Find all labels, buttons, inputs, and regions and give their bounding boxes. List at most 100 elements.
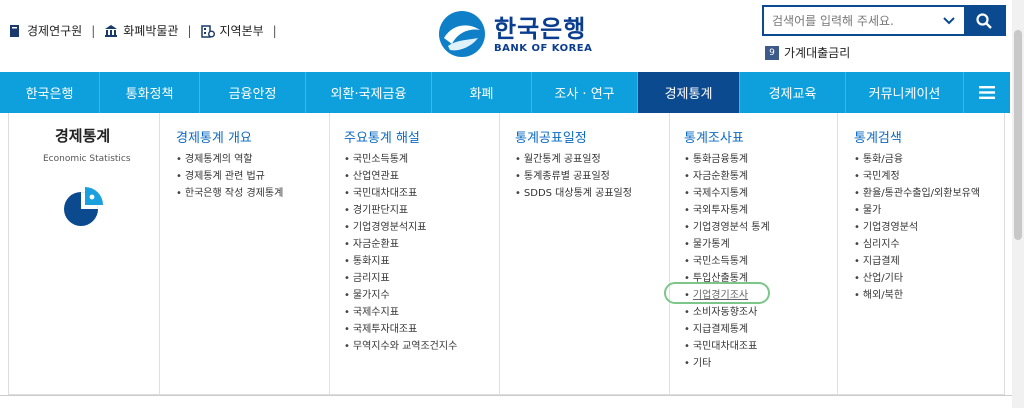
featured-link-label: 가계대출금리 [784, 46, 851, 60]
bank-of-korea-logo[interactable]: 한국은행 BANK OF KOREA [438, 10, 592, 58]
mega-column-title[interactable]: 통계공표일정 [515, 127, 587, 146]
scrollbar-thumb[interactable] [1014, 30, 1022, 240]
list-item[interactable]: 자금순환표 [344, 236, 457, 253]
logo-emblem-icon [439, 11, 485, 57]
mega-intro-subtitle: Economic Statistics [43, 154, 131, 164]
logo-korean: 한국은행 [494, 14, 587, 43]
logo-text: 한국은행 BANK OF KOREA [494, 15, 592, 54]
list-item[interactable]: 자금순환통계 [684, 168, 770, 185]
list-item[interactable]: 물가 [854, 202, 980, 219]
top-bar: 경제연구원 | 화폐박물관 | 지역본부 | 한국은행 BANK OF KORE… [0, 0, 1024, 72]
list-item[interactable]: 국제투자대조표 [344, 321, 457, 338]
quick-link-label: 화폐박물관 [123, 24, 179, 38]
featured-link-number: 9 [765, 45, 779, 60]
quick-link-label: 경제연구원 [27, 24, 83, 38]
list-item[interactable]: 소비자동향조사 [684, 304, 770, 321]
mega-column-list: 국민소득통계 산업연관표 국민대차대조표 경기판단지표 기업경영분석지표 자금순… [344, 151, 457, 355]
highlight-annotation [664, 282, 770, 304]
nav-item-communication[interactable]: 커뮤니케이션 [846, 72, 964, 113]
search-dropdown[interactable] [934, 7, 964, 34]
mega-column-title[interactable]: 통계조사표 [684, 127, 744, 146]
list-item[interactable]: SDDS 대상통계 공표일정 [515, 185, 632, 202]
mega-column-list: 통화금융통계 자금순환통계 국제수지통계 국외투자통계 기업경영분석 통계 물가… [684, 151, 770, 372]
list-item[interactable]: 기타 [684, 355, 770, 372]
list-item[interactable]: 경제통계 관련 법규 [176, 168, 283, 185]
list-item[interactable]: 기업경영분석지표 [344, 219, 457, 236]
nav-item-foreign-exchange[interactable]: 외환·국제금융 [306, 72, 432, 113]
mega-column-title[interactable]: 주요통계 해설 [344, 127, 420, 146]
search-button[interactable] [964, 7, 1004, 34]
nav-item-currency[interactable]: 화폐 [432, 72, 532, 113]
nav-item-research[interactable]: 조사 · 연구 [532, 72, 638, 113]
search-input[interactable] [764, 7, 934, 34]
list-item[interactable]: 국민대차대조표 [684, 338, 770, 355]
list-item[interactable]: 국민대차대조표 [344, 185, 457, 202]
mega-column-survey-forms: 통계조사표 통화금융통계 자금순환통계 국제수지통계 국외투자통계 기업경영분석… [669, 113, 837, 395]
pie-chart-icon [64, 187, 103, 226]
nav-item-financial-stability[interactable]: 금융안정 [200, 72, 306, 113]
list-item[interactable]: 기업경영분석 통계 [684, 219, 770, 236]
mega-intro: 경제통계 Economic Statistics [9, 113, 159, 395]
list-item[interactable]: 국민소득통계 [684, 253, 770, 270]
museum-icon [105, 24, 118, 37]
main-nav: 한국은행 통화정책 금융안정 외환·국제금융 화폐 조사 · 연구 경제통계 경… [0, 72, 1010, 113]
list-item[interactable]: 지급결제 [854, 253, 980, 270]
divider [0, 395, 1024, 396]
list-item[interactable]: 산업/기타 [854, 270, 980, 287]
list-item[interactable]: 국제수지표 [344, 304, 457, 321]
separator: | [187, 23, 192, 38]
list-item[interactable]: 물가지수 [344, 287, 457, 304]
quick-link-museum[interactable]: 화폐박물관 [104, 22, 178, 39]
list-item[interactable]: 기업경영분석 [854, 219, 980, 236]
mega-column-key-statistics: 주요통계 해설 국민소득통계 산업연관표 국민대차대조표 경기판단지표 기업경영… [329, 113, 499, 395]
mega-column-list: 월간통계 공표일정 통계종류별 공표일정 SDDS 대상통계 공표일정 [515, 151, 632, 202]
mega-column-list: 경제통계의 역할 경제통계 관련 법규 한국은행 작성 경제통계 [176, 151, 283, 202]
hamburger-icon [979, 86, 995, 99]
building-icon [200, 24, 215, 38]
list-item[interactable]: 통화/금융 [854, 151, 980, 168]
list-item[interactable]: 지급결제통계 [684, 321, 770, 338]
list-item[interactable]: 무역지수와 교역조건지수 [344, 338, 457, 355]
separator: | [91, 23, 96, 38]
quick-link-label: 지역본부 [219, 24, 264, 38]
quick-link-regional-office[interactable]: 지역본부 [200, 22, 264, 39]
list-item[interactable]: 국제수지통계 [684, 185, 770, 202]
list-item[interactable]: 물가통계 [684, 236, 770, 253]
list-item[interactable]: 심리지수 [854, 236, 980, 253]
mega-column-release-schedule: 통계공표일정 월간통계 공표일정 통계종류별 공표일정 SDDS 대상통계 공표… [499, 113, 669, 395]
chevron-down-icon [943, 16, 955, 24]
quick-links: 경제연구원 | 화폐박물관 | 지역본부 | [8, 22, 286, 39]
list-item[interactable]: 금리지표 [344, 270, 457, 287]
list-item[interactable]: 통화금융통계 [684, 151, 770, 168]
list-item[interactable]: 국민계정 [854, 168, 980, 185]
nav-item-economic-education[interactable]: 경제교육 [740, 72, 846, 113]
list-item[interactable]: 환율/통관수출입/외환보유액 [854, 185, 980, 202]
list-item[interactable]: 통화지표 [344, 253, 457, 270]
search-box [762, 5, 1006, 36]
quick-link-research-institute[interactable]: 경제연구원 [8, 22, 82, 39]
nav-item-economic-statistics[interactable]: 경제통계 [638, 72, 740, 113]
mega-intro-title: 경제통계 [55, 127, 111, 145]
nav-menu-button[interactable] [964, 72, 1010, 113]
nav-item-bank[interactable]: 한국은행 [0, 72, 100, 113]
list-item[interactable]: 통계종류별 공표일정 [515, 168, 632, 185]
mega-column-title[interactable]: 경제통계 개요 [176, 127, 252, 146]
logo-english: BANK OF KOREA [494, 42, 593, 54]
list-item[interactable]: 한국은행 작성 경제통계 [176, 185, 283, 202]
book-icon [10, 24, 19, 37]
list-item[interactable]: 해외/북한 [854, 287, 980, 304]
list-item[interactable]: 경기판단지표 [344, 202, 457, 219]
list-item[interactable]: 국민소득통계 [344, 151, 457, 168]
nav-item-monetary-policy[interactable]: 통화정책 [100, 72, 200, 113]
list-item[interactable]: 경제통계의 역할 [176, 151, 283, 168]
separator: | [272, 23, 277, 38]
mega-menu: 경제통계 Economic Statistics 경제통계 개요 경제통계의 역… [8, 113, 1005, 395]
mega-column-title[interactable]: 통계검색 [854, 127, 902, 146]
list-item[interactable]: 국외투자통계 [684, 202, 770, 219]
featured-link-household-loan-rate[interactable]: 9 가계대출금리 [765, 44, 850, 61]
mega-column-statistics-search: 통계검색 통화/금융 국민계정 환율/통관수출입/외환보유액 물가 기업경영분석… [837, 113, 1005, 395]
list-item[interactable]: 산업연관표 [344, 168, 457, 185]
search-icon [976, 12, 992, 29]
mega-column-list: 통화/금융 국민계정 환율/통관수출입/외환보유액 물가 기업경영분석 심리지수… [854, 151, 980, 304]
list-item[interactable]: 월간통계 공표일정 [515, 151, 632, 168]
